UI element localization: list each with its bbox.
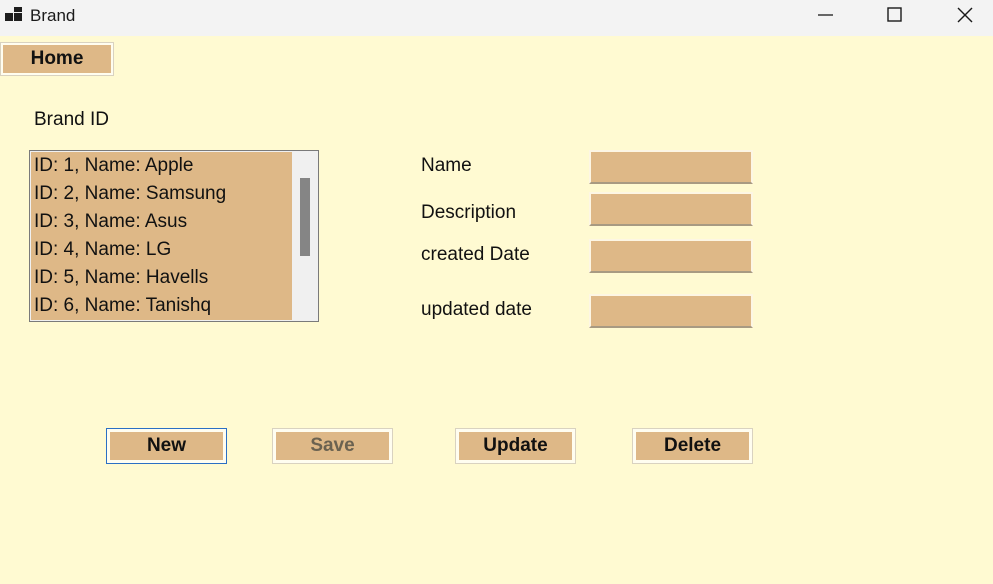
updated-date-field[interactable] — [589, 294, 753, 328]
scroll-thumb[interactable] — [300, 178, 310, 256]
update-button-label: Update — [459, 432, 572, 460]
delete-button-label: Delete — [636, 432, 749, 460]
new-button-label: New — [110, 432, 223, 460]
list-item[interactable]: ID: 1, Name: Apple — [31, 152, 292, 180]
home-button[interactable]: Home — [0, 42, 114, 76]
created-date-label: created Date — [421, 244, 530, 265]
app-icon — [5, 7, 23, 23]
list-item[interactable]: ID: 5, Name: Havells — [31, 264, 292, 292]
save-button[interactable]: Save — [272, 428, 393, 464]
list-scrollbar[interactable] — [292, 152, 318, 320]
updated-date-label: updated date — [421, 299, 532, 320]
update-button[interactable]: Update — [455, 428, 576, 464]
brand-id-listbox[interactable]: ID: 1, Name: Apple ID: 2, Name: Samsung … — [29, 150, 319, 322]
list-item[interactable]: ID: 3, Name: Asus — [31, 208, 292, 236]
name-field[interactable] — [589, 150, 753, 184]
brand-window: Brand Home Brand ID ID: 1, Name: Apple I… — [0, 0, 993, 584]
list-item[interactable]: ID: 6, Name: Tanishq — [31, 292, 292, 320]
save-button-label: Save — [276, 432, 389, 460]
minimize-icon — [818, 14, 833, 16]
created-date-field[interactable] — [589, 239, 753, 273]
close-button[interactable] — [930, 0, 993, 30]
maximize-icon — [887, 7, 902, 22]
new-button[interactable]: New — [106, 428, 227, 464]
maximize-button[interactable] — [860, 0, 930, 30]
description-label: Description — [421, 202, 517, 223]
description-field[interactable] — [589, 192, 753, 226]
list-item[interactable]: ID: 2, Name: Samsung — [31, 180, 292, 208]
name-label: Name — [421, 155, 472, 176]
brand-id-label: Brand ID — [34, 109, 109, 130]
list-item[interactable]: ID: 4, Name: LG — [31, 236, 292, 264]
brand-list-items: ID: 1, Name: Apple ID: 2, Name: Samsung … — [31, 152, 292, 320]
title-bar: Brand — [0, 0, 993, 36]
window-title: Brand — [30, 6, 76, 25]
close-icon — [957, 7, 973, 23]
home-button-label: Home — [3, 45, 111, 73]
minimize-button[interactable] — [791, 0, 861, 30]
delete-button[interactable]: Delete — [632, 428, 753, 464]
